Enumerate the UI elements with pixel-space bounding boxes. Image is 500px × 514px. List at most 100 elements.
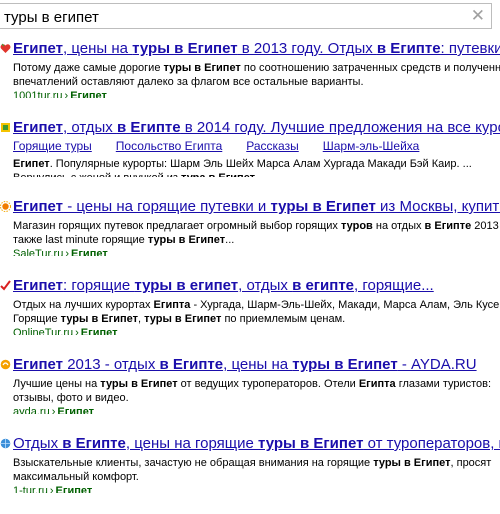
result-title-link[interactable]: Отдых в Египте, цены на горящие туры в Е… — [13, 435, 500, 453]
highlighted-term: в Египте — [376, 40, 441, 57]
highlighted-term: туры в Египет — [147, 234, 226, 246]
result-snippet-line: Взыскательные клиенты, зачастую не обращ… — [13, 456, 500, 470]
text-run: Отдых — [13, 435, 63, 452]
result-title-link[interactable]: Египет, цены на туры в Египет в 2013 год… — [13, 40, 500, 58]
highlighted-term: туры в Египет — [100, 378, 178, 390]
highlighted-term: туры в Египет — [270, 198, 376, 215]
result-url: 1001tur.ru › Египет — [13, 89, 500, 98]
breadcrumb-separator-icon: › — [51, 406, 56, 414]
result-url: 1-tur.ru › Египет — [13, 484, 500, 493]
result-snippet-line: отзывы, фото и видео. — [13, 391, 500, 405]
text-run: - цены на горящие путевки и — [63, 198, 271, 215]
search-input[interactable] — [4, 7, 464, 27]
highlighted-term: в Египте — [116, 119, 181, 136]
text-run: : путевки... — [440, 40, 500, 57]
result-domain[interactable]: SaleTur.ru — [13, 248, 63, 256]
result-snippet-line: максимальный комфорт. — [13, 470, 500, 484]
result-breadcrumb[interactable]: Египет — [57, 406, 94, 414]
result-domain[interactable]: OnlineTur.ru — [13, 327, 73, 335]
text-run: : горящие — [63, 277, 135, 294]
search-result: Отдых в Египте, цены на горящие туры в Е… — [0, 435, 500, 493]
text-run: Горящие — [13, 313, 61, 325]
result-url: OnlineTur.ru › Египет — [13, 326, 500, 335]
sitelink[interactable]: Рассказы — [246, 139, 298, 153]
sitelink[interactable]: Шарм-эль-Шейха — [323, 139, 420, 153]
result-breadcrumb[interactable]: Египет — [71, 248, 108, 256]
result-domain[interactable]: ayda.ru — [13, 406, 50, 414]
text-run: в 2014 году. Лучшие предложения на все к… — [184, 119, 500, 136]
result-domain[interactable]: 1001tur.ru — [13, 90, 63, 98]
text-run: , цены на горящие — [125, 435, 259, 452]
text-run: 2013 - отдых — [63, 356, 160, 373]
result-snippet-line: Египет. Популярные курорты: Шарм Эль Шей… — [13, 157, 500, 171]
result-breadcrumb[interactable]: Египет — [70, 90, 107, 98]
text-run: Магазин горящих путевок предлагает огром… — [13, 220, 341, 232]
clear-search-icon[interactable]: ✕ — [471, 6, 485, 26]
highlighted-term: Египта — [153, 299, 191, 311]
highlighted-term: туры в Египет — [60, 313, 138, 325]
text-run: , отдых — [63, 119, 117, 136]
search-results: Египет, цены на туры в Египет в 2013 год… — [0, 40, 500, 514]
text-run: , цены на — [223, 356, 293, 373]
result-url: SaleTur.ru › Египет — [13, 247, 500, 256]
sitelinks: Горящие туры Посольство Египта Рассказы Шар… — [13, 138, 500, 154]
text-run: глазами туристов: — [395, 378, 492, 390]
orange-sun-favicon — [0, 201, 11, 212]
result-title-link[interactable]: Египет, отдых в Египте в 2014 году. Лучш… — [13, 119, 500, 137]
text-run: Вернулись с женой и внучкой из — [13, 172, 181, 177]
search-result: Египет - цены на горящие путевки и туры … — [0, 198, 500, 256]
highlighted-term: в Египте — [424, 220, 472, 232]
text-run: ... — [225, 234, 235, 246]
highlighted-term: в египте — [292, 277, 355, 294]
text-run: Взыскательные клиенты, зачастую не обращ… — [13, 457, 374, 469]
highlighted-term: в Египте — [62, 435, 126, 452]
result-snippet-line: Вернулись с женой и внучкой из тура в Ег… — [13, 171, 500, 177]
text-run: по приемлемым ценам. — [221, 313, 346, 325]
result-title-link[interactable]: Египет: горящие туры в египет, отдых в е… — [13, 277, 500, 295]
highlighted-term: туры в египет — [134, 277, 239, 294]
highlighted-term: туры в Египет — [258, 435, 364, 452]
text-run: Отдых на лучших курортах — [13, 299, 154, 311]
result-snippet-line: Магазин горящих путевок предлагает огром… — [13, 219, 500, 233]
highlighted-term: туров — [340, 220, 373, 232]
text-run: . Популярные курорты: Шарм Эль Шейх Марс… — [49, 158, 472, 170]
text-run: на отдых — [372, 220, 425, 232]
search-result: Египет : горящие туры в египет, отдых в е… — [0, 277, 500, 335]
search-result: Египет 2013 - отдых в Египте, цены на ту… — [0, 356, 500, 414]
result-domain[interactable]: 1-tur.ru — [13, 485, 48, 493]
sitelink[interactable]: Посольство Египта — [116, 139, 222, 153]
breadcrumb-separator-icon: › — [65, 248, 70, 256]
red-check-favicon — [0, 280, 11, 291]
text-run: , отдых — [238, 277, 293, 294]
result-breadcrumb[interactable]: Египет — [81, 327, 118, 335]
highlighted-term: туры в Египет — [292, 356, 398, 373]
text-run: Потому даже самые дорогие — [13, 62, 164, 74]
result-breadcrumb[interactable]: Египет — [56, 485, 93, 493]
result-snippet-line: Отдых на лучших курортах Египта - Хургад… — [13, 298, 500, 312]
text-run: из Москвы, купить отдых... — [380, 198, 500, 215]
text-run: по соотношению затраченных средств и пол… — [240, 62, 500, 74]
search-bar: ✕ — [0, 3, 492, 29]
result-title-link[interactable]: Египет - цены на горящие путевки и туры … — [13, 198, 500, 216]
highlighted-term: Египет — [13, 158, 50, 170]
result-snippet-line: впечатлений оставляют далеко за флагом в… — [13, 75, 500, 89]
text-run: от ведущих туроператоров. Отели — [177, 378, 359, 390]
highlighted-term: туры в Египет — [163, 62, 241, 74]
sitelink[interactable]: Горящие туры — [13, 139, 92, 153]
highlighted-term: в Египте — [159, 356, 224, 373]
text-run: . — [255, 172, 258, 177]
highlighted-term: туры в Египет — [144, 313, 222, 325]
search-result: Египет, цены на туры в Египет в 2013 год… — [0, 40, 500, 98]
highlighted-term: туры в Египет — [132, 40, 238, 57]
text-run: Лучшие цены на — [13, 378, 101, 390]
breadcrumb-separator-icon: › — [64, 90, 69, 98]
text-run: , горящие... — [354, 277, 434, 294]
breadcrumb-separator-icon: › — [75, 327, 79, 335]
yellow-square-favicon — [1, 123, 10, 132]
result-title-link[interactable]: Египет 2013 - отдых в Египте, цены на ту… — [13, 356, 500, 374]
breadcrumb-separator-icon: › — [49, 485, 54, 493]
highlighted-term: туры в Египет — [373, 457, 451, 469]
result-url: ayda.ru › Египет — [13, 405, 500, 414]
result-snippet-line: также last minute горящие туры в Египет.… — [13, 233, 500, 247]
highlighted-term: Египет — [13, 40, 64, 57]
